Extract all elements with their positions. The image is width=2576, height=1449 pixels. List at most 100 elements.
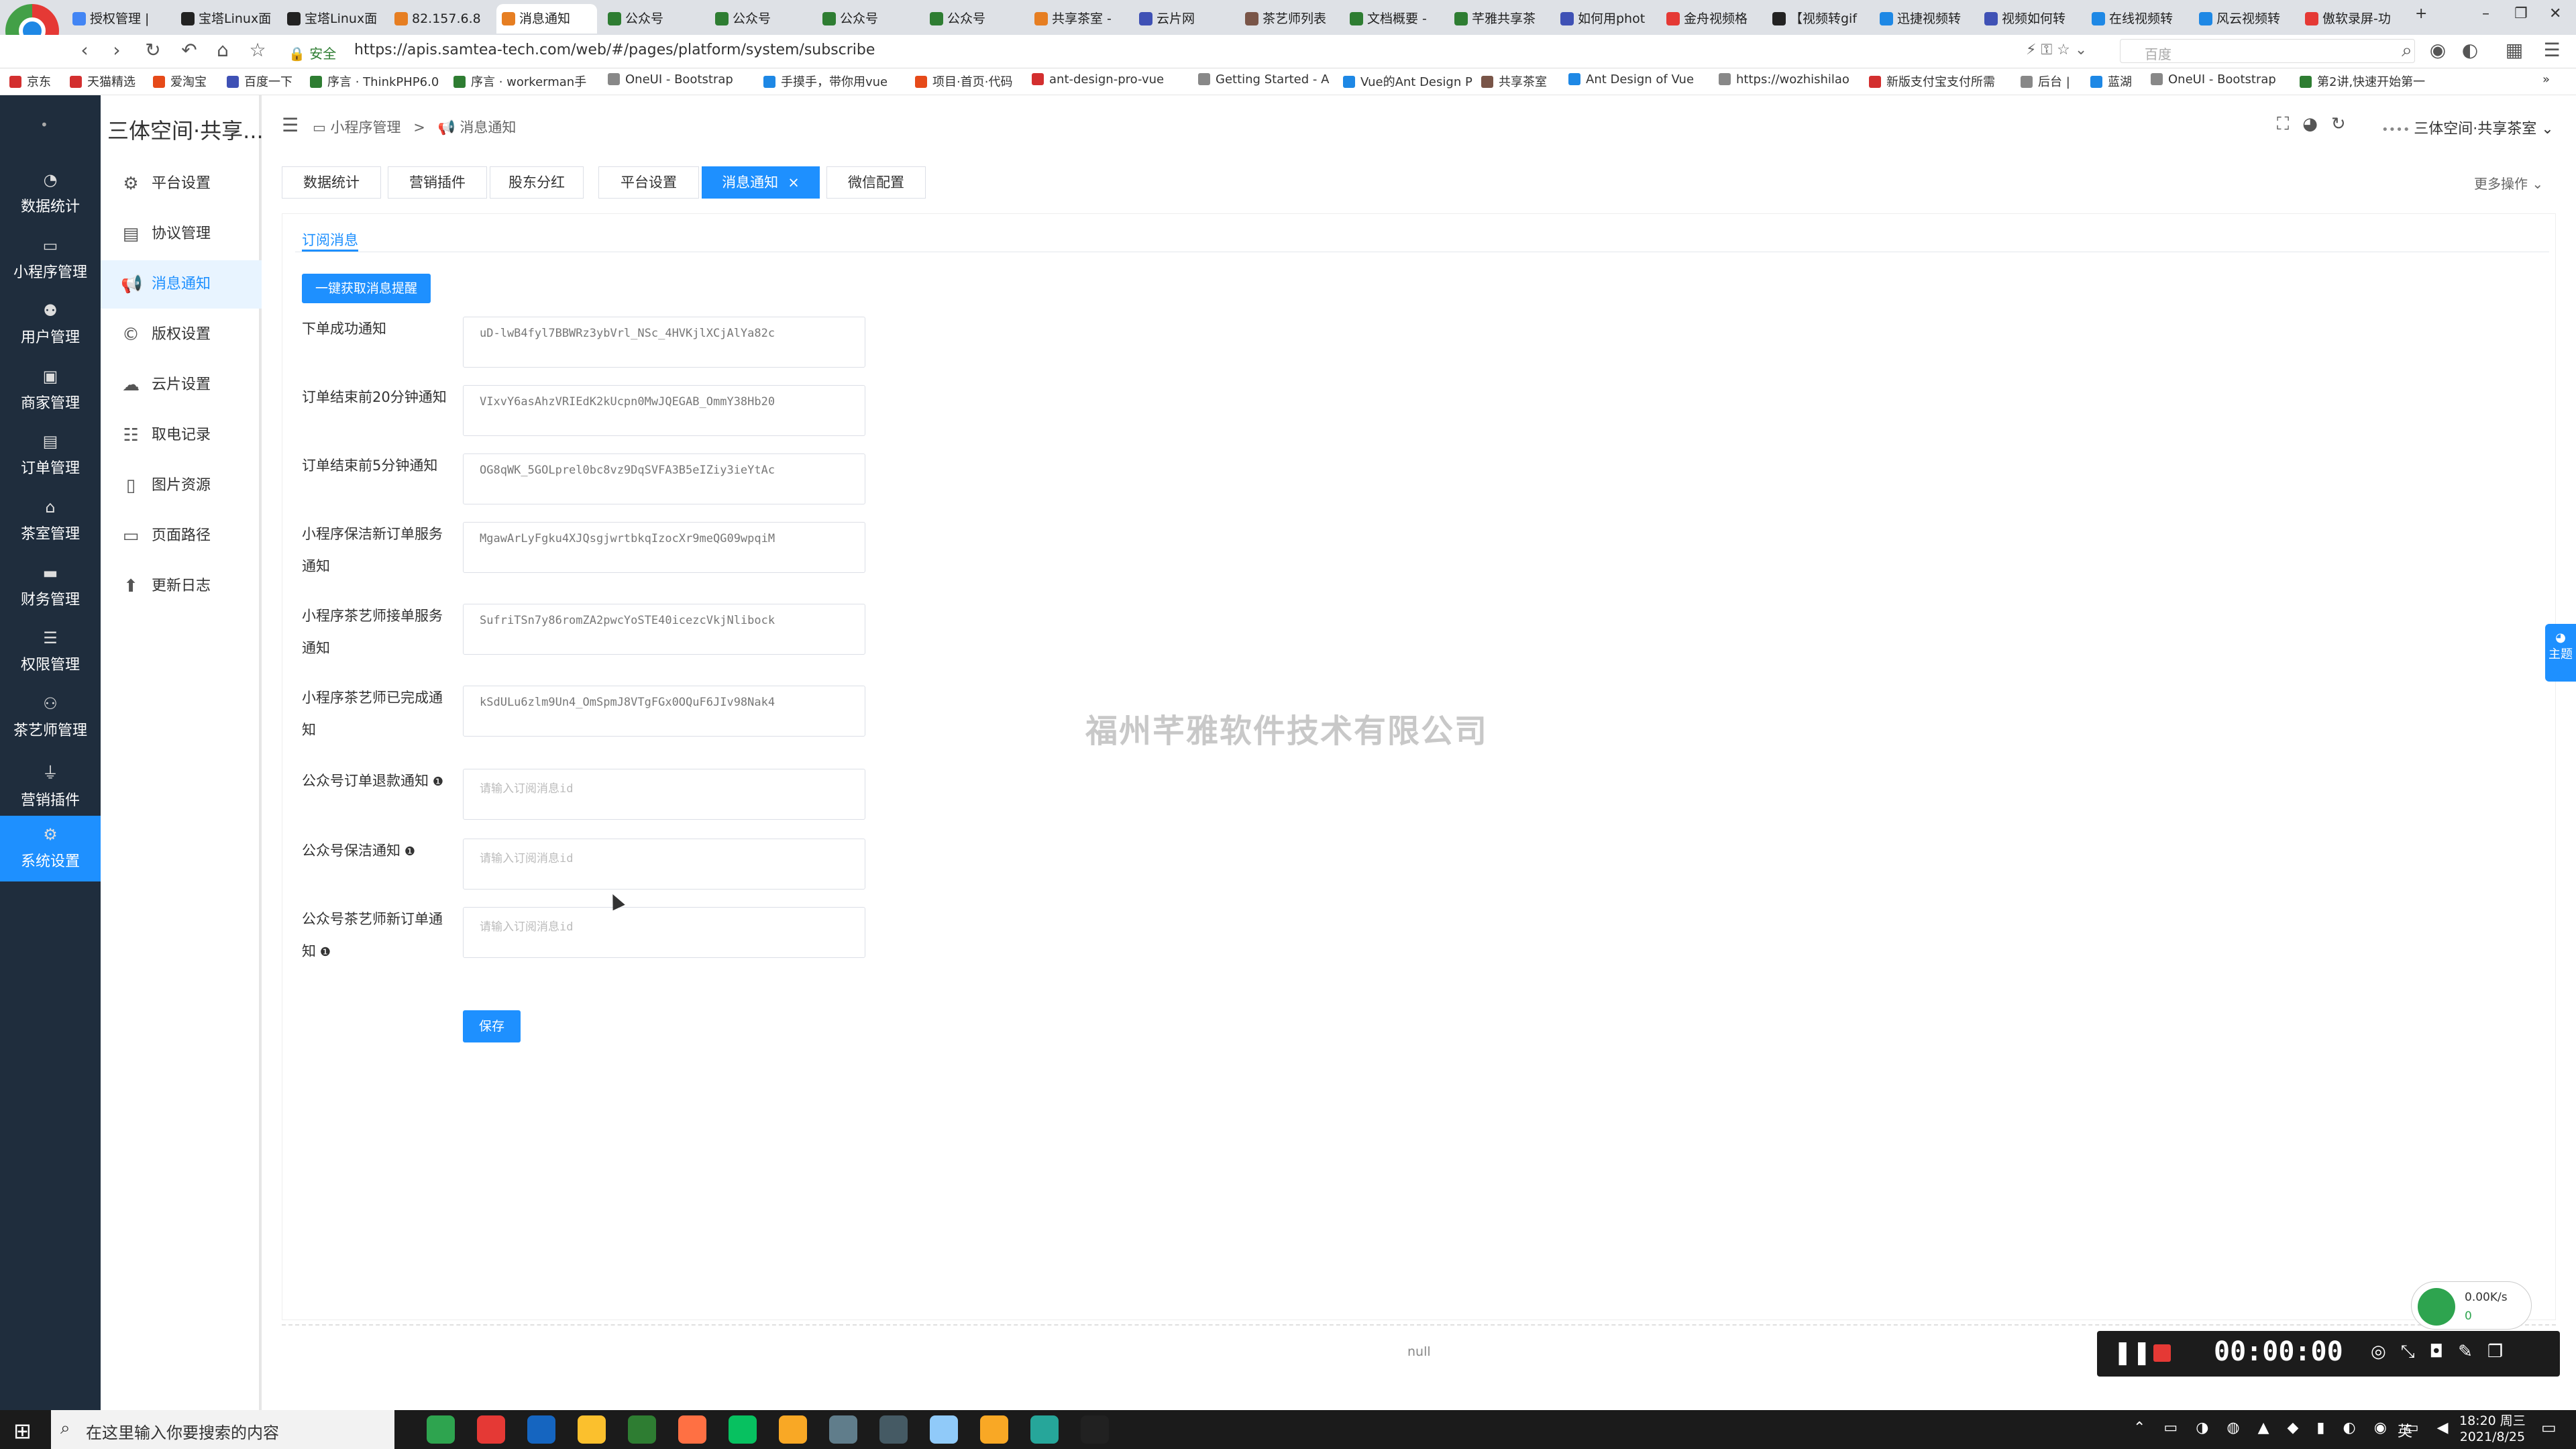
browser-tab[interactable]: 金舟视频格: [1661, 4, 1762, 34]
taskbar-app-icon[interactable]: [527, 1415, 555, 1444]
taskbar-app-icon[interactable]: [980, 1415, 1008, 1444]
sidebar-item[interactable]: ⚇ 茶艺师管理: [0, 685, 101, 751]
bookmark-item[interactable]: 第2讲,快速开始第一: [2300, 72, 2425, 90]
subscribe-id-input[interactable]: [463, 385, 865, 436]
page-tab[interactable]: 微信配置: [826, 166, 926, 199]
browser-tab[interactable]: 公众号: [602, 4, 703, 34]
sidebar-item[interactable]: ⌂ 茶室管理: [0, 488, 101, 554]
taskbar-app-icon[interactable]: [930, 1415, 958, 1444]
close-window-icon[interactable]: ✕: [2549, 5, 2561, 22]
browser-tab[interactable]: 在线视频转: [2086, 4, 2187, 34]
user-menu[interactable]: •••• 三体空间·共享茶室 ⌄: [2381, 117, 2554, 138]
sidebar-item[interactable]: ⚉ 用户管理: [0, 292, 101, 358]
submenu-item[interactable]: ▤ 协议管理: [101, 210, 262, 258]
taskbar-app-icon[interactable]: [477, 1415, 505, 1444]
sidebar-item[interactable]: ▤ 订单管理: [0, 423, 101, 488]
recorder-tools[interactable]: ◎⤡◘✎❐: [2371, 1342, 2518, 1362]
bookmark-item[interactable]: ant-design-pro-vue: [1032, 72, 1164, 87]
submenu-item[interactable]: 📢 消息通知: [101, 260, 262, 309]
breadcrumb-parent[interactable]: 小程序管理: [331, 119, 401, 136]
browser-tab[interactable]: 消息通知: [496, 4, 597, 34]
bookmark-item[interactable]: Getting Started - A: [1198, 72, 1329, 87]
bookmark-item[interactable]: https://wozhishilao: [1719, 72, 1849, 87]
undo-icon[interactable]: ↶: [177, 39, 201, 61]
browser-tab[interactable]: 公众号: [710, 4, 810, 34]
browser-tab[interactable]: 共享茶室 -: [1029, 4, 1130, 34]
extension-icon[interactable]: ◉: [2426, 39, 2450, 61]
sidebar-item[interactable]: ▬ 财务管理: [0, 554, 101, 620]
browser-tab[interactable]: 风云视频转: [2194, 4, 2294, 34]
subscribe-id-input[interactable]: [463, 686, 865, 737]
bookmark-item[interactable]: 序言 · ThinkPHP6.0: [310, 72, 439, 90]
subscribe-id-input[interactable]: [463, 604, 865, 655]
taskbar-app-icon[interactable]: [879, 1415, 908, 1444]
browser-tab[interactable]: 公众号: [817, 4, 918, 34]
taskbar-app-icon[interactable]: [427, 1415, 455, 1444]
submenu-item[interactable]: ⚙ 平台设置: [101, 160, 262, 208]
taskbar-app-icon[interactable]: [678, 1415, 706, 1444]
reload-icon[interactable]: ↻: [141, 39, 165, 61]
info-icon[interactable]: ❶: [316, 945, 331, 959]
info-icon[interactable]: ❶: [429, 775, 443, 789]
taskbar-app-icon[interactable]: [1081, 1415, 1109, 1444]
taskbar-app-icon[interactable]: [1030, 1415, 1059, 1444]
taskbar-search-input[interactable]: ⌕ 在这里输入你要搜索的内容: [51, 1410, 394, 1449]
submenu-item[interactable]: ▯ 图片资源: [101, 462, 262, 510]
page-tab[interactable]: 平台设置: [598, 166, 699, 199]
bookmark-item[interactable]: 爱淘宝: [153, 72, 207, 90]
url-input[interactable]: https://apis.samtea-tech.com/web/#/pages…: [354, 42, 875, 58]
taskbar-app-icon[interactable]: [829, 1415, 857, 1444]
sidebar-item[interactable]: ▭ 小程序管理: [0, 227, 101, 292]
tab-subscribe-messages[interactable]: 订阅消息: [302, 229, 358, 250]
browser-tab[interactable]: 82.157.6.8: [389, 4, 490, 34]
bookmark-item[interactable]: 后台 |: [2021, 72, 2070, 90]
minimize-icon[interactable]: –: [2482, 5, 2489, 22]
browser-tab[interactable]: 茶艺师列表: [1240, 4, 1340, 34]
browser-tab[interactable]: 宝塔Linux面: [176, 4, 276, 34]
window-icon[interactable]: ❐: [2487, 1342, 2518, 1362]
subscribe-id-input[interactable]: [463, 522, 865, 573]
bookmark-item[interactable]: OneUI - Bootstrap: [608, 72, 733, 87]
bookmarks-overflow-icon[interactable]: »: [2542, 72, 2550, 87]
submenu-item[interactable]: © 版权设置: [101, 311, 262, 359]
sidebar-item[interactable]: ☰ 权限管理: [0, 619, 101, 685]
bookmark-item[interactable]: 项目·首页·代码: [915, 72, 1012, 90]
submenu-item[interactable]: ▭ 页面路径: [101, 512, 262, 560]
more-operations-button[interactable]: 更多操作 ⌄: [2474, 173, 2543, 193]
browser-tab[interactable]: 【视频转gif: [1767, 4, 1868, 34]
pen-icon[interactable]: ✎: [2458, 1342, 2487, 1362]
shrink-icon[interactable]: ⤡: [2401, 1342, 2430, 1362]
home-icon[interactable]: ⌂: [211, 39, 235, 61]
bookmark-item[interactable]: 蓝湖: [2090, 72, 2132, 90]
browser-tab[interactable]: 视频如何转: [1979, 4, 2080, 34]
submenu-item[interactable]: ⬆ 更新日志: [101, 562, 262, 610]
notification-icon[interactable]: ▭: [2541, 1418, 2557, 1437]
sidebar-item[interactable]: ⏚ 营销插件: [0, 750, 101, 816]
bookmark-item[interactable]: Ant Design of Vue: [1568, 72, 1694, 87]
clock[interactable]: 18:20 周三 2021/8/25: [2459, 1413, 2526, 1445]
ime-indicator[interactable]: 英: [2398, 1419, 2412, 1441]
sidebar-item[interactable]: ⚙ 系统设置: [0, 816, 101, 881]
taskbar-app-icon[interactable]: [729, 1415, 757, 1444]
refresh-icon[interactable]: ↻: [2331, 114, 2359, 134]
browser-tab[interactable]: 迅捷视频转: [1874, 4, 1975, 34]
stop-icon[interactable]: [2153, 1344, 2171, 1362]
extension-icon[interactable]: ◐: [2458, 39, 2482, 61]
back-icon[interactable]: ‹: [72, 39, 97, 61]
subscribe-id-input[interactable]: [463, 769, 865, 820]
browser-tab[interactable]: 宝塔Linux面: [282, 4, 382, 34]
save-button[interactable]: 保存: [463, 1010, 521, 1042]
hamburger-icon[interactable]: ☰: [282, 114, 299, 136]
taskbar-app-icon[interactable]: [578, 1415, 606, 1444]
close-icon[interactable]: ×: [788, 174, 800, 191]
taskbar-app-icon[interactable]: [628, 1415, 656, 1444]
bookmark-item[interactable]: 序言 · workerman手: [453, 72, 586, 90]
page-tab[interactable]: 营销插件: [388, 166, 487, 199]
browser-tab[interactable]: 公众号: [924, 4, 1025, 34]
fullscreen-icon[interactable]: ⛶: [2277, 114, 2302, 134]
bookmark-item[interactable]: 共享茶室: [1481, 72, 1547, 90]
page-tab[interactable]: 消息通知 ×: [702, 166, 820, 199]
bookmark-item[interactable]: 天猫精选: [70, 72, 136, 90]
bookmark-item[interactable]: OneUI - Bootstrap: [2151, 72, 2276, 87]
page-tab[interactable]: 数据统计: [282, 166, 381, 199]
